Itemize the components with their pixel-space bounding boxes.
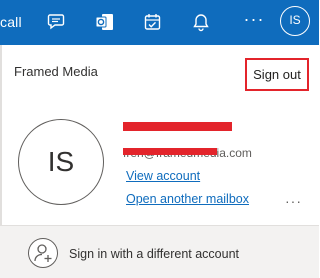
more-icon[interactable]: ···: [243, 8, 265, 32]
add-person-icon: [28, 238, 58, 268]
email-redaction: [123, 148, 217, 155]
sign-out-button[interactable]: Sign out: [245, 58, 309, 91]
sign-in-different-account-button[interactable]: Sign in with a different account: [0, 226, 319, 278]
chat-icon[interactable]: [45, 10, 69, 34]
calendar-check-icon[interactable]: [141, 10, 165, 34]
top-bar: call ··· IS: [0, 0, 319, 45]
account-panel: Framed Media Sign out IS fren@framedmedi…: [0, 45, 319, 278]
sign-in-different-account-label: Sign in with a different account: [69, 247, 240, 261]
name-redaction: [123, 122, 232, 131]
office-icon[interactable]: [93, 10, 117, 34]
account-avatar-button[interactable]: IS: [280, 6, 310, 36]
open-another-mailbox-link[interactable]: Open another mailbox: [126, 192, 249, 206]
view-account-link[interactable]: View account: [126, 169, 200, 183]
bell-icon[interactable]: [189, 10, 213, 34]
more-options-icon[interactable]: ···: [285, 193, 302, 209]
account-avatar: IS: [18, 119, 104, 205]
organization-name: Framed Media: [14, 64, 98, 79]
call-label-fragment: call: [0, 14, 22, 30]
